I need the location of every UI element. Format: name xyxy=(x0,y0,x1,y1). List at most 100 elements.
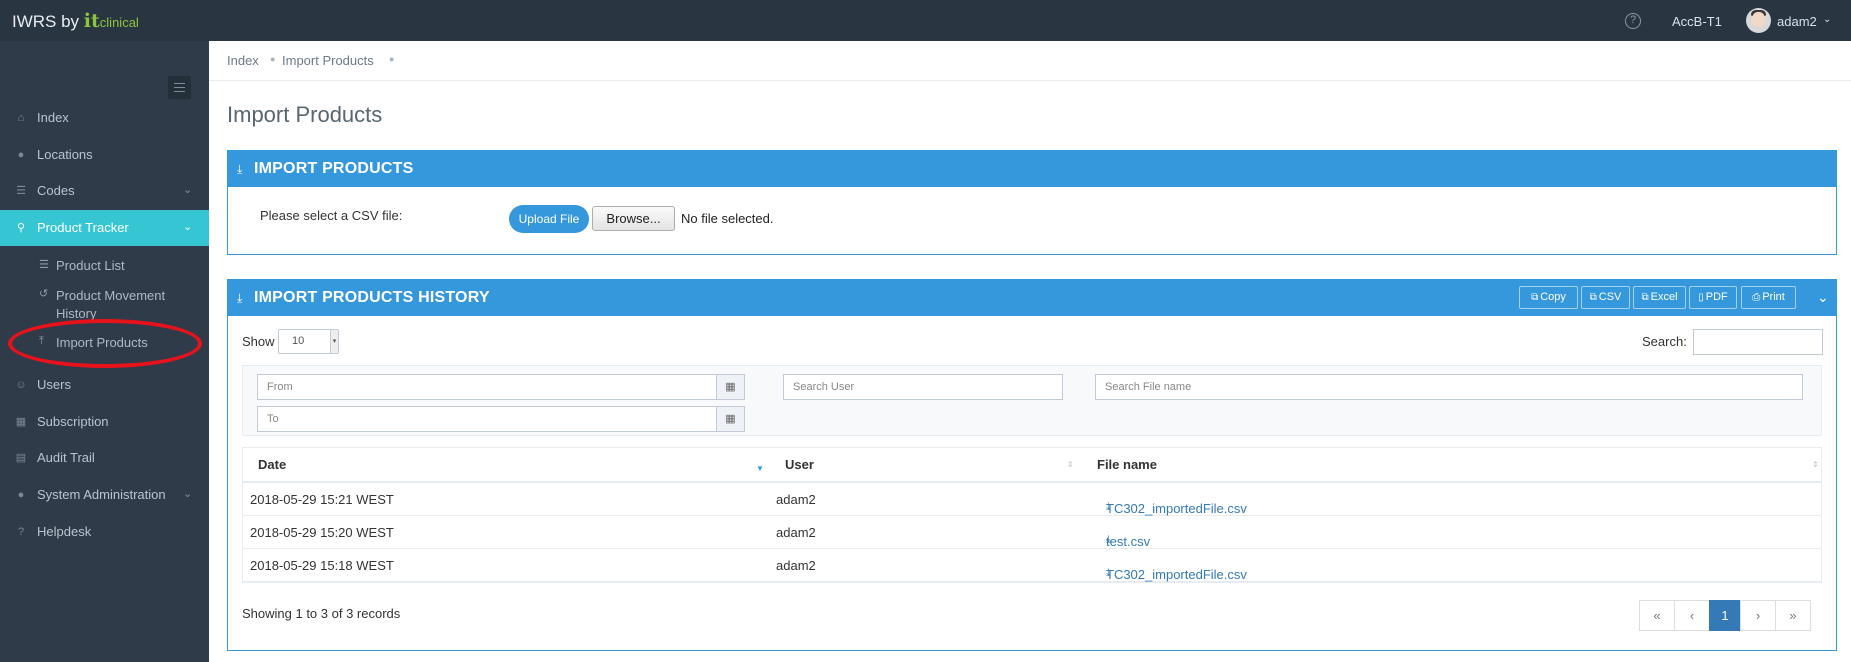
file-name: test.csv xyxy=(1106,534,1151,549)
copy-icon: ⧉ xyxy=(1641,292,1649,303)
print-icon: ⎙ xyxy=(1752,292,1761,303)
row-user: adam2 xyxy=(776,492,816,507)
pager-previous-button[interactable]: ‹ xyxy=(1674,600,1710,631)
sidebar-item-label: Locations xyxy=(37,147,93,162)
avatar[interactable] xyxy=(1746,8,1771,33)
sidebar-toggle-button[interactable] xyxy=(168,76,191,99)
globe-icon: ● xyxy=(17,489,25,501)
copy-button[interactable]: ⧉ Copy xyxy=(1519,286,1578,309)
sidebar-item-locations[interactable]: ● Locations xyxy=(0,137,209,173)
breadcrumb-index[interactable]: Index xyxy=(227,53,259,68)
pdf-button[interactable]: ▯ PDF xyxy=(1689,286,1737,309)
filter-row: From ▦ To ▦ Search User Search File name xyxy=(242,365,1822,436)
calendar-icon[interactable]: ▦ xyxy=(716,374,745,400)
csv-button[interactable]: ⧉ CSV xyxy=(1581,286,1630,309)
sidebar-subitem-product-movement-history[interactable]: ↺ Product Movement History xyxy=(0,287,209,323)
book-icon: ▤ xyxy=(15,452,27,464)
file-name: TC302_importedFile.csv xyxy=(1106,501,1247,516)
sidebar-item-codes[interactable]: ☰ Codes ⌄ xyxy=(0,173,209,209)
file-status: No file selected. xyxy=(681,211,774,226)
sidebar-item-label: Users xyxy=(37,377,71,392)
pager-first-button[interactable]: « xyxy=(1639,600,1675,631)
brand-clinical: clinical xyxy=(99,15,139,30)
excel-button[interactable]: ⧉ Excel xyxy=(1633,286,1686,309)
browse-button[interactable]: Browse... xyxy=(592,206,675,231)
search-file-name-input[interactable]: Search File name xyxy=(1095,374,1803,400)
sidebar-item-label: Product Tracker xyxy=(37,220,129,235)
sidebar-item-label: Helpdesk xyxy=(37,524,92,539)
sidebar-item-label: Subscription xyxy=(37,414,109,429)
list-icon: ☰ xyxy=(16,185,26,197)
user-menu[interactable]: adam2 xyxy=(1777,14,1817,29)
print-button[interactable]: ⎙ Print xyxy=(1741,286,1796,309)
upload-icon: ⤓ xyxy=(237,291,243,305)
list-icon: ☰ xyxy=(39,259,49,271)
pager-last-button[interactable]: » xyxy=(1775,600,1811,631)
column-header-file-name[interactable]: File name xyxy=(1097,447,1157,482)
highlight-annotation xyxy=(8,319,202,368)
column-header-date[interactable]: Date xyxy=(258,447,286,482)
excel-label: Excel xyxy=(1650,291,1678,303)
breadcrumb-separator: ● xyxy=(389,54,395,64)
sidebar: ⌂ Index ● Locations ☰ Codes ⌄ ⚲ Product … xyxy=(0,41,209,662)
sort-icon[interactable]: ⇕ xyxy=(1812,460,1819,469)
sidebar-item-audit-trail[interactable]: ▤ Audit Trail xyxy=(0,440,209,476)
upload-icon: ⤓ xyxy=(237,162,243,176)
sidebar-item-users[interactable]: ☺ Users xyxy=(0,367,209,403)
search-label: Search: xyxy=(1642,334,1687,349)
help-icon[interactable]: ? xyxy=(1625,13,1641,29)
records-info: Showing 1 to 3 of 3 records xyxy=(242,606,401,621)
date-from-input[interactable]: From xyxy=(257,374,717,400)
column-header-user[interactable]: User xyxy=(785,447,814,482)
breadcrumb: Index ● Import Products ● xyxy=(209,41,1851,81)
chevron-down-icon[interactable]: ⌄ xyxy=(1823,14,1831,25)
sidebar-item-subscription[interactable]: ▦ Subscription xyxy=(0,404,209,440)
sidebar-item-label: System Administration xyxy=(37,487,166,502)
brand-prefix: IWRS by xyxy=(12,12,80,31)
search-user-input[interactable]: Search User xyxy=(783,374,1063,400)
pager-page-1[interactable]: 1 xyxy=(1709,600,1741,631)
panel-title: IMPORT PRODUCTS HISTORY xyxy=(254,289,490,306)
sort-desc-icon[interactable]: ▼ xyxy=(756,464,764,473)
copy-icon: ⧉ xyxy=(1589,292,1597,303)
row-date: 2018-05-29 15:20 WEST xyxy=(250,525,394,540)
page-length-select[interactable]: 10 ▾ xyxy=(278,329,339,354)
date-to-input[interactable]: To xyxy=(257,406,717,432)
sidebar-item-product-tracker[interactable]: ⚲ Product Tracker ⌄ xyxy=(0,210,209,246)
chevron-down-icon: ⌄ xyxy=(183,488,193,500)
copy-label: Copy xyxy=(1540,291,1566,303)
panel-header: ⤓ IMPORT PRODUCTS HISTORY ⧉ Copy ⧉ CSV ⧉ Ex… xyxy=(228,280,1836,316)
panel-header: ⤓ IMPORT PRODUCTS xyxy=(228,151,1836,187)
pager-next-button[interactable]: › xyxy=(1740,600,1776,631)
sidebar-item-label: Codes xyxy=(37,183,75,198)
page-length-value: 10 xyxy=(292,335,305,347)
study-selector[interactable]: AccB-T1 xyxy=(1672,14,1722,29)
brand-it: it xyxy=(83,10,100,32)
pdf-label: PDF xyxy=(1705,291,1728,303)
print-label: Print xyxy=(1762,291,1785,303)
sidebar-item-index[interactable]: ⌂ Index xyxy=(0,100,209,136)
sidebar-item-label: Product List xyxy=(56,258,125,273)
show-label: Show xyxy=(242,334,275,349)
breadcrumb-import-products[interactable]: Import Products xyxy=(282,53,374,68)
csv-file-label: Please select a CSV file: xyxy=(260,208,403,223)
chevron-down-icon: ⌄ xyxy=(183,221,193,233)
home-icon: ⌂ xyxy=(17,112,25,124)
calendar-icon[interactable]: ▦ xyxy=(716,406,745,432)
sidebar-item-label: Audit Trail xyxy=(37,450,95,465)
top-navbar: IWRS by itclinical ? AccB-T1 adam2 ⌄ xyxy=(0,0,1851,41)
table-row: 2018-05-29 15:20 WEST adam2 ⤓ test.csv xyxy=(242,516,1822,549)
row-date: 2018-05-29 15:18 WEST xyxy=(250,558,394,573)
brand-logo[interactable]: IWRS by itclinical xyxy=(12,10,139,32)
upload-file-button[interactable]: Upload File xyxy=(509,205,589,233)
page-title: Import Products xyxy=(227,102,383,127)
row-date: 2018-05-29 15:21 WEST xyxy=(250,492,394,507)
sort-icon[interactable]: ⇕ xyxy=(1067,460,1074,469)
question-icon: ? xyxy=(17,526,25,538)
sidebar-item-system-administration[interactable]: ● System Administration ⌄ xyxy=(0,477,209,513)
search-input[interactable] xyxy=(1693,329,1823,355)
chevron-down-icon[interactable]: ⌄ xyxy=(1817,289,1829,306)
history-icon: ↺ xyxy=(39,288,49,300)
row-user: adam2 xyxy=(776,558,816,573)
sidebar-item-helpdesk[interactable]: ? Helpdesk xyxy=(0,514,209,550)
